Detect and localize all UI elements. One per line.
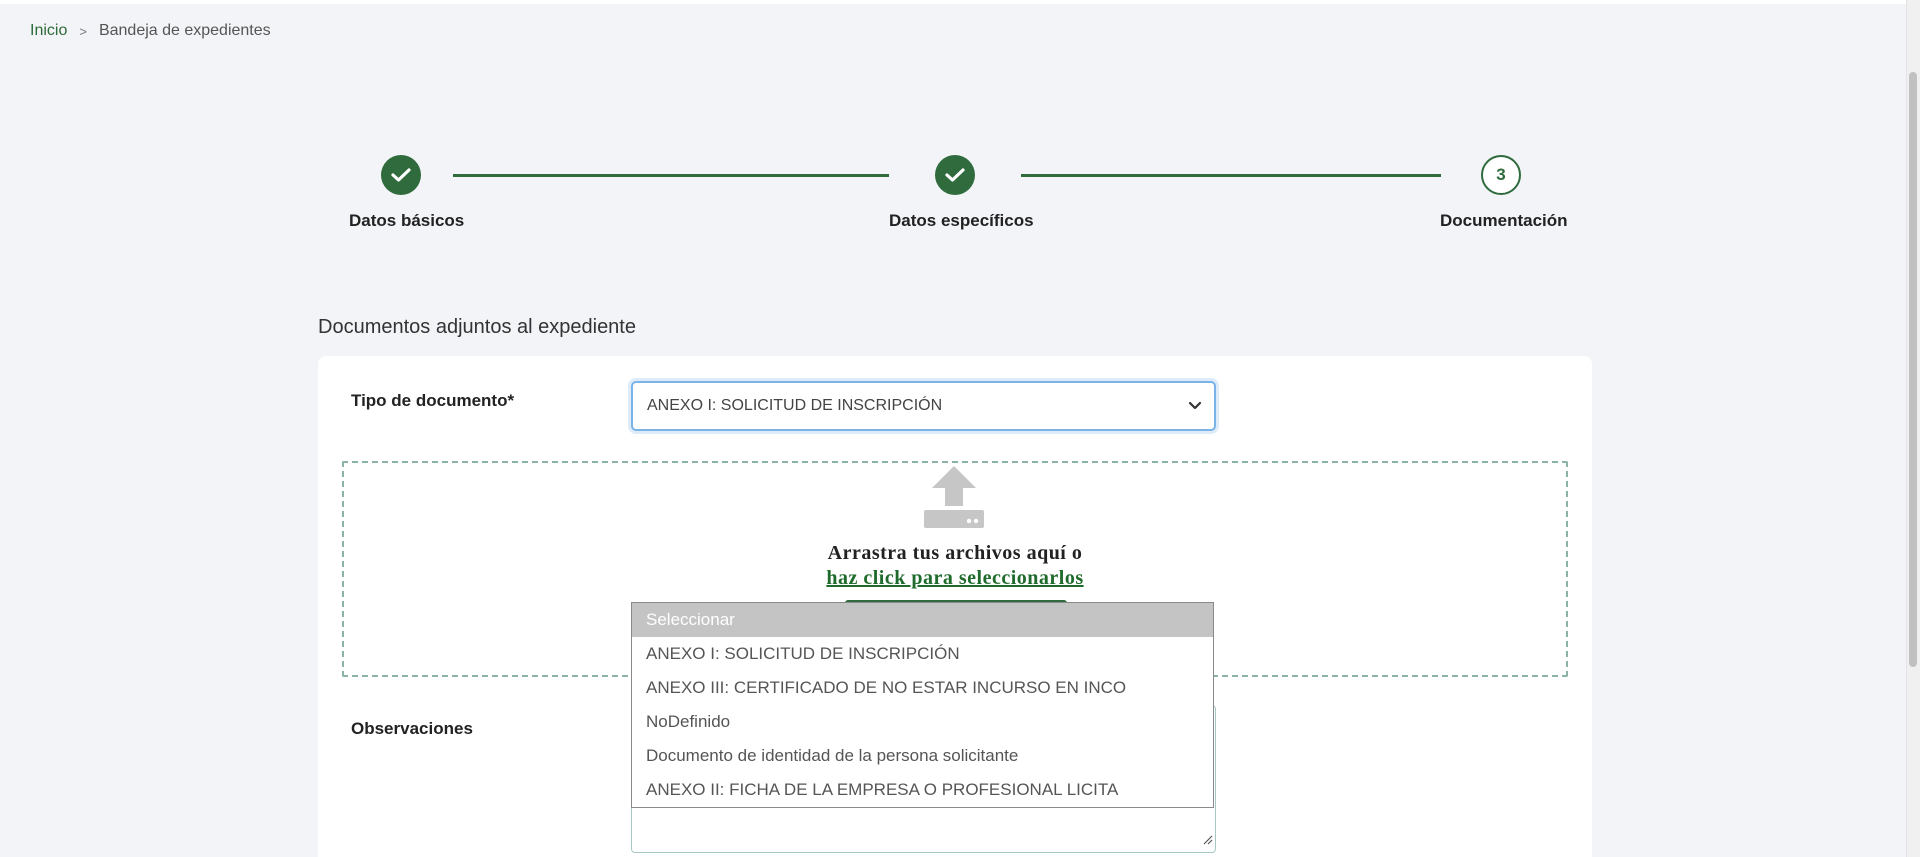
observations-label: Observaciones <box>351 719 473 738</box>
dropdown-option[interactable]: ANEXO I: SOLICITUD DE INSCRIPCIÓN <box>632 637 1213 671</box>
step-1-label: Datos básicos <box>349 211 465 230</box>
page-scrollbar[interactable] <box>1906 0 1920 857</box>
progress-stepper: 3 Datos básicos Datos específicos Docume… <box>0 0 1920 240</box>
resize-grip-icon[interactable] <box>1203 832 1213 850</box>
step-3-label: Documentación <box>1440 211 1568 230</box>
dropdown-option[interactable]: ANEXO III: CERTIFICADO DE NO ESTAR INCUR… <box>632 671 1213 705</box>
document-type-dropdown-list: Seleccionar ANEXO I: SOLICITUD DE INSCRI… <box>631 602 1214 808</box>
section-title: Documentos adjuntos al expediente <box>318 316 636 338</box>
dropdown-option[interactable]: Seleccionar <box>632 603 1213 637</box>
step-connector-2 <box>1021 174 1441 177</box>
step-1-check-icon <box>381 155 421 195</box>
dropdown-option[interactable]: Documento de identidad de la persona sol… <box>632 739 1213 773</box>
chevron-down-icon <box>1188 396 1202 421</box>
step-2-check-icon <box>935 155 975 195</box>
document-type-label: Tipo de documento* <box>351 391 515 410</box>
dropzone-instructions: Arrastra tus archivos aquí o <box>827 542 1083 564</box>
step-3-number: 3 <box>1481 155 1521 195</box>
step-connector-1 <box>453 174 889 177</box>
document-type-select[interactable]: ANEXO I: SOLICITUD DE INSCRIPCIÓN <box>631 381 1216 431</box>
upload-icon <box>922 466 986 535</box>
step-2-label: Datos específicos <box>889 211 1034 230</box>
select-files-link[interactable]: haz click para seleccionarlos <box>0 567 1910 590</box>
dropdown-option[interactable]: ANEXO II: FICHA DE LA EMPRESA O PROFESIO… <box>632 773 1213 807</box>
dropdown-option[interactable]: NoDefinido <box>632 705 1213 739</box>
scrollbar-thumb[interactable] <box>1909 72 1917 667</box>
document-type-selected-value: ANEXO I: SOLICITUD DE INSCRIPCIÓN <box>647 397 943 414</box>
